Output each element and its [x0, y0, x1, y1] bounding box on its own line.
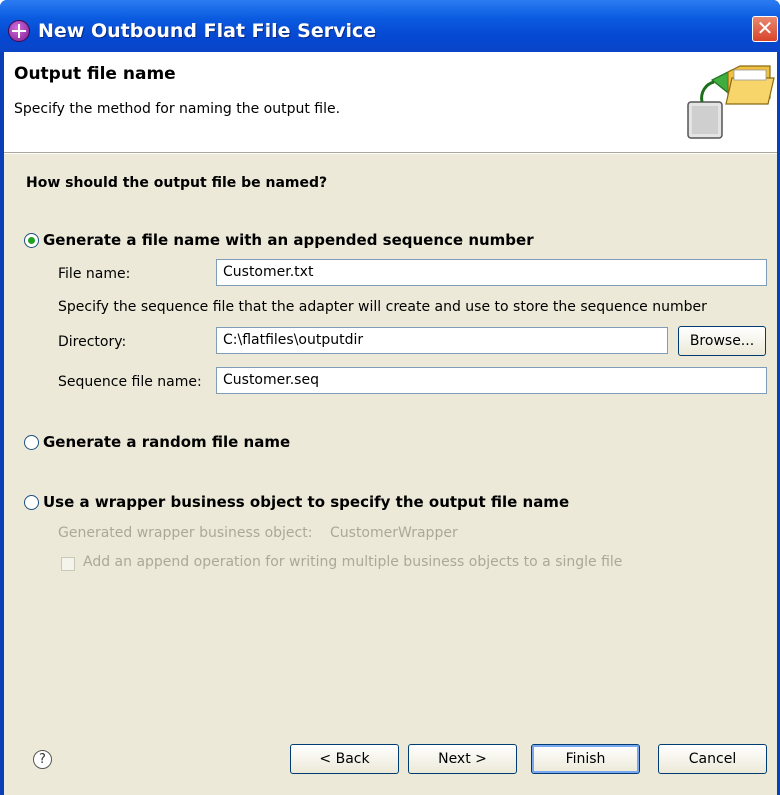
title-bar[interactable]: New Outbound Flat File Service ✕	[0, 0, 780, 52]
window-title: New Outbound Flat File Service	[38, 20, 377, 42]
option-sequence-number[interactable]: Generate a file name with an appended se…	[24, 229, 534, 251]
help-icon[interactable]: ?	[33, 750, 52, 769]
file-name-label: File name:	[58, 266, 131, 282]
option-wrapper-label: Use a wrapper business object to specify…	[43, 493, 570, 511]
file-name-input[interactable]: Customer.txt	[216, 259, 767, 286]
sequence-file-name-label: Sequence file name:	[58, 374, 202, 390]
radio-wrapper-object[interactable]	[24, 494, 39, 510]
naming-question: How should the output file be named?	[26, 175, 328, 191]
option-random-name[interactable]: Generate a random file name	[24, 431, 290, 453]
page-title: Output file name	[14, 64, 176, 84]
option-sequence-label: Generate a file name with an appended se…	[43, 231, 534, 249]
back-button[interactable]: < Back	[290, 744, 399, 774]
header-divider-highlight	[4, 153, 777, 154]
directory-label: Directory:	[58, 334, 127, 350]
generated-wrapper-value: CustomerWrapper	[330, 525, 458, 541]
browse-button[interactable]: Browse...	[678, 326, 766, 356]
sequence-file-name-input[interactable]: Customer.seq	[216, 367, 767, 394]
option-wrapper-object[interactable]: Use a wrapper business object to specify…	[24, 491, 569, 513]
directory-input[interactable]: C:\flatfiles\outputdir	[216, 327, 668, 354]
append-operation-label: Add an append operation for writing mult…	[83, 554, 623, 570]
wizard-header: Output file name Specify the method for …	[4, 52, 777, 152]
generated-wrapper-label: Generated wrapper business object:	[58, 525, 313, 541]
dialog-client-area: Output file name Specify the method for …	[4, 52, 777, 795]
page-description: Specify the method for naming the output…	[14, 101, 341, 117]
wizard-app-icon	[8, 20, 30, 42]
wizard-window: New Outbound Flat File Service ✕ Output …	[0, 0, 780, 795]
close-button[interactable]: ✕	[752, 16, 778, 42]
option-random-label: Generate a random file name	[43, 433, 291, 451]
radio-sequence-number[interactable]	[24, 232, 39, 248]
sequence-hint-text: Specify the sequence file that the adapt…	[58, 299, 707, 315]
radio-random-name[interactable]	[24, 434, 39, 450]
finish-button[interactable]: Finish	[531, 744, 640, 774]
next-button[interactable]: Next >	[408, 744, 517, 774]
append-operation-checkbox[interactable]	[61, 557, 75, 571]
folder-wizard-icon	[687, 65, 775, 139]
cancel-button[interactable]: Cancel	[658, 744, 767, 774]
